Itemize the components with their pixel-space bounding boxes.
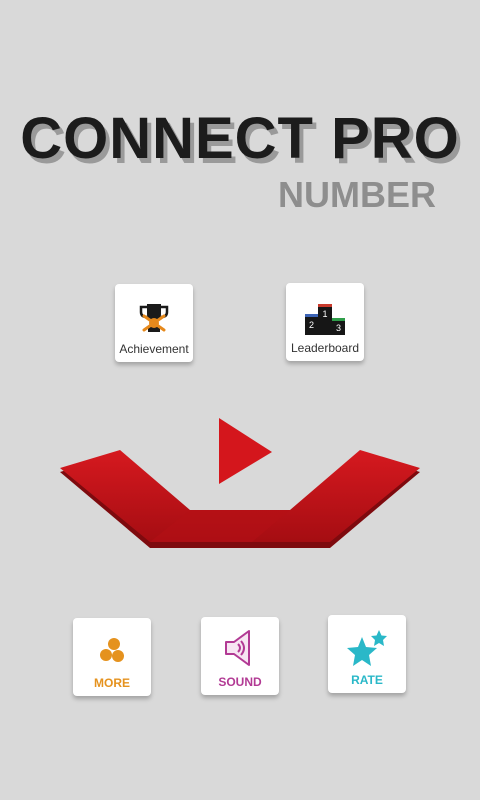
rank-2: 2 [309,320,314,330]
sound-label: SOUND [218,675,262,689]
leaderboard-label: Leaderboard [290,341,360,355]
podium-icon: 2 1 3 [305,304,345,335]
more-label: MORE [94,676,130,690]
trophy-icon [139,304,169,332]
sound-button[interactable]: SOUND [201,617,279,695]
play-area [60,418,420,548]
leaderboard-button[interactable]: 2 1 3 Leaderboard [286,283,364,361]
play-icon[interactable] [219,418,272,484]
rank-3: 3 [336,323,341,333]
rank-1: 1 [322,309,327,319]
title-sub: NUMBER [278,174,436,215]
speaker-icon [225,630,250,666]
dots-icon [100,638,124,662]
achievement-button[interactable]: Achievement [115,284,193,362]
achievement-label: Achievement [119,342,189,356]
title-main: CONNECT PRO [20,106,460,171]
rate-label: RATE [351,673,383,687]
more-button[interactable]: MORE [73,618,151,696]
rate-button[interactable]: RATE [328,615,406,693]
stars-icon [347,630,387,666]
